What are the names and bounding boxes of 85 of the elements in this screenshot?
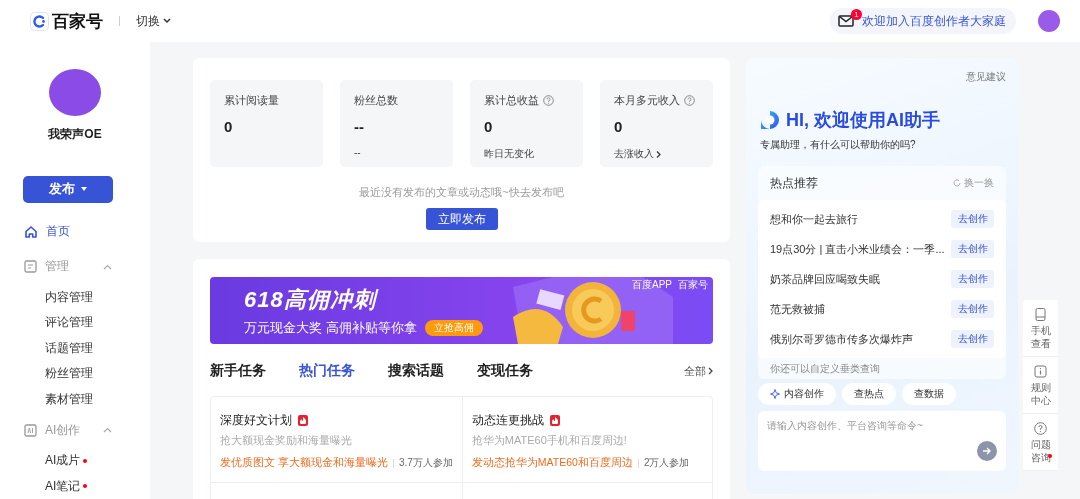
hint-text: 你还可以自定义垂类查询 [769, 362, 881, 376]
nav-item[interactable]: AI成片 [0, 448, 150, 474]
stat-label: 累计阅读量 [224, 93, 279, 108]
stat-label: 累计总收益 [484, 93, 539, 108]
trending-title: 热点推荐 [770, 174, 818, 192]
banner-subtitle: 万元现金大奖 高佣补贴等你拿 [244, 318, 417, 337]
ai-icon [24, 423, 37, 437]
help-icon [1034, 422, 1047, 435]
nav-item[interactable]: 话题管理 [0, 335, 150, 361]
phone-icon [1034, 308, 1047, 321]
task-title: 深度好文计划 [220, 412, 292, 429]
task-tab[interactable]: 新手任务 [210, 362, 266, 380]
quick-action-chip[interactable]: 查数据 [902, 383, 956, 405]
quick-action-chip[interactable]: 内容创作 [758, 383, 836, 405]
sparkle-icon [770, 389, 780, 399]
income-link[interactable]: 去涨收入 [614, 147, 654, 161]
brand-label: 百度APP [632, 280, 672, 290]
task-tab[interactable]: 热门任务 [299, 362, 355, 380]
chevron-right-icon [656, 150, 661, 158]
task-description: 抢大额现金奖励和海量曝光 [220, 433, 353, 448]
mail-icon[interactable] [838, 15, 854, 27]
stat-label: 本月多元收入 [614, 93, 680, 108]
nav-item[interactable]: AI笔记 [0, 473, 150, 499]
assistant-logo-icon [760, 110, 780, 130]
side-tool[interactable]: 手机查看 [1023, 300, 1058, 357]
home-icon [24, 224, 38, 239]
trending-topic[interactable]: 俄别尔哥罗德市传多次爆炸声 [770, 331, 913, 347]
welcome-text: 欢迎加入百度创作者大家庭 [862, 12, 1006, 30]
task-promo: 发动态抢华为MATE60和百度周边 [471, 456, 633, 470]
document-icon [24, 260, 37, 273]
publish-button[interactable]: 发布 [23, 176, 113, 203]
switch-button[interactable]: 切换 [136, 12, 171, 30]
task-card[interactable]: 深度好文计划 抢大额现金奖励和海量曝光 发优质图文 享大额现金和海量曝光 3.7万人参加 [211, 397, 463, 483]
stat-value: 0 [614, 118, 624, 135]
trending-topic[interactable]: 想和你一起去旅行 [770, 211, 858, 227]
caret-down-icon [81, 187, 87, 192]
avatar[interactable] [1038, 10, 1060, 32]
command-input[interactable]: 请输入内容创作、平台咨询等命令~ [758, 411, 1006, 471]
create-button[interactable]: 去创作 [951, 300, 994, 318]
task-tab[interactable]: 搜索话题 [388, 362, 444, 380]
side-tool[interactable]: 规则中心 [1023, 357, 1058, 414]
task-promo: 发优质图文 享大额现金和海量曝光 [220, 456, 388, 470]
trending-topic[interactable]: 范无救被捕 [770, 301, 825, 317]
create-button[interactable]: 去创作 [951, 210, 994, 228]
brand-label: 百家号 [678, 280, 708, 290]
nav-item[interactable]: 粉丝管理 [0, 361, 150, 387]
participant-count: 2万人参加 [643, 456, 690, 470]
task-tab[interactable]: 变现任务 [477, 362, 533, 380]
nav-item[interactable]: 素材管理 [0, 386, 150, 412]
notification-badge: 1 [851, 9, 862, 20]
stat-value: 0 [224, 118, 234, 135]
assistant-title: HI, 欢迎使用AI助手 [786, 109, 940, 132]
refresh-icon [953, 179, 961, 187]
send-icon [982, 446, 992, 456]
quick-action-chip[interactable]: 查热点 [842, 383, 896, 405]
task-title: 动态连更挑战 [471, 412, 544, 429]
logo-icon [30, 11, 49, 31]
username: 我荣声OE [47, 126, 103, 144]
empty-message: 最近没有发布的文章或动态哦~快去发布吧 [358, 185, 565, 200]
nav-item[interactable]: 内容管理 [0, 284, 150, 310]
stat-value: 0 [484, 118, 494, 135]
create-button[interactable]: 去创作 [951, 330, 994, 348]
nav-item[interactable]: 评论管理 [0, 310, 150, 336]
trending-topic[interactable]: 奶茶品牌回应喝致失眠 [770, 271, 880, 287]
view-all-link[interactable]: 全部 [684, 363, 713, 379]
task-description: 抢华为MATE60手机和百度周边! [471, 433, 628, 448]
info-icon [1034, 365, 1047, 378]
assistant-subtitle: 专属助理，有什么可以帮助你的吗? [759, 138, 917, 152]
trending-topic[interactable]: 19点30分 | 直击小米业绩会：一季... [770, 241, 945, 257]
stat-label: 粉丝总数 [354, 93, 398, 108]
chevron-down-icon [163, 18, 171, 24]
stat-note: -- [354, 147, 361, 158]
task-card[interactable]: 动态连更挑战 抢华为MATE60手机和百度周边! 发动态抢华为MATE60和百度周边 2万人参加 [462, 397, 712, 483]
create-button[interactable]: 去创作 [951, 270, 994, 288]
create-button[interactable]: 去创作 [951, 240, 994, 258]
feedback-link[interactable]: 意见建议 [966, 70, 1006, 84]
stat-note: 昨日无变化 [484, 147, 534, 161]
chevron-right-icon [708, 367, 713, 375]
nav-item[interactable]: 首页 [0, 214, 150, 249]
promo-banner[interactable]: 618高佣冲刺 万元现金大奖 高佣补贴等你拿 立抢高佣 百度APP 百家号 [210, 277, 713, 344]
avatar [49, 69, 101, 117]
publish-now-button[interactable]: 立即发布 [425, 208, 498, 230]
logo-text: 百家号 [52, 10, 103, 33]
participant-count: 3.7万人参加 [398, 456, 453, 470]
stat-value: -- [354, 118, 365, 135]
